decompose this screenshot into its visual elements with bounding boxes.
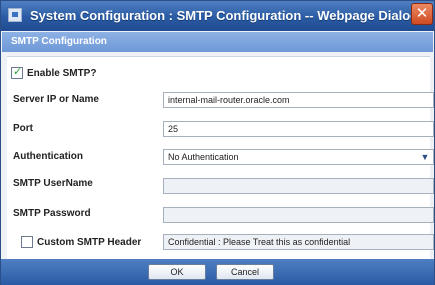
authentication-selected: No Authentication [168,152,239,162]
smtp-password-input[interactable] [163,207,434,223]
dialog-window: System Configuration : SMTP Configuratio… [0,0,435,285]
button-bar: OK Cancel [1,259,434,285]
checkmark-icon: ✓ [13,66,23,78]
section-title: SMTP Configuration [11,36,107,47]
enable-smtp-checkbox[interactable]: ✓ [11,66,23,79]
server-label: Server IP or Name [13,94,99,105]
enable-smtp-label: Enable SMTP? [27,68,97,79]
authentication-select[interactable]: No Authentication ▼ [163,149,434,165]
app-window-icon [8,8,22,22]
server-input[interactable]: internal-mail-router.oracle.com [163,92,434,108]
custom-header-label: Custom SMTP Header [37,237,142,248]
custom-header-input[interactable]: Confidential : Please Treat this as conf… [163,234,434,250]
smtp-username-input[interactable] [163,178,434,194]
title-bar[interactable]: System Configuration : SMTP Configuratio… [1,1,434,31]
port-label: Port [13,123,33,134]
custom-header-checkbox[interactable] [21,236,33,248]
chevron-down-icon[interactable]: ▼ [419,151,431,163]
cancel-button[interactable]: Cancel [216,264,274,280]
smtp-username-label: SMTP UserName [13,178,93,189]
window-title: System Configuration : SMTP Configuratio… [30,8,419,23]
ok-button[interactable]: OK [148,264,206,280]
close-button[interactable]: ✕ [411,3,433,25]
smtp-password-label: SMTP Password [13,208,91,219]
port-input[interactable]: 25 [163,121,434,137]
authentication-label: Authentication [13,151,83,162]
form-panel: ✓ Enable SMTP? Server IP or Name interna… [7,56,434,259]
section-header: SMTP Configuration [2,32,433,52]
